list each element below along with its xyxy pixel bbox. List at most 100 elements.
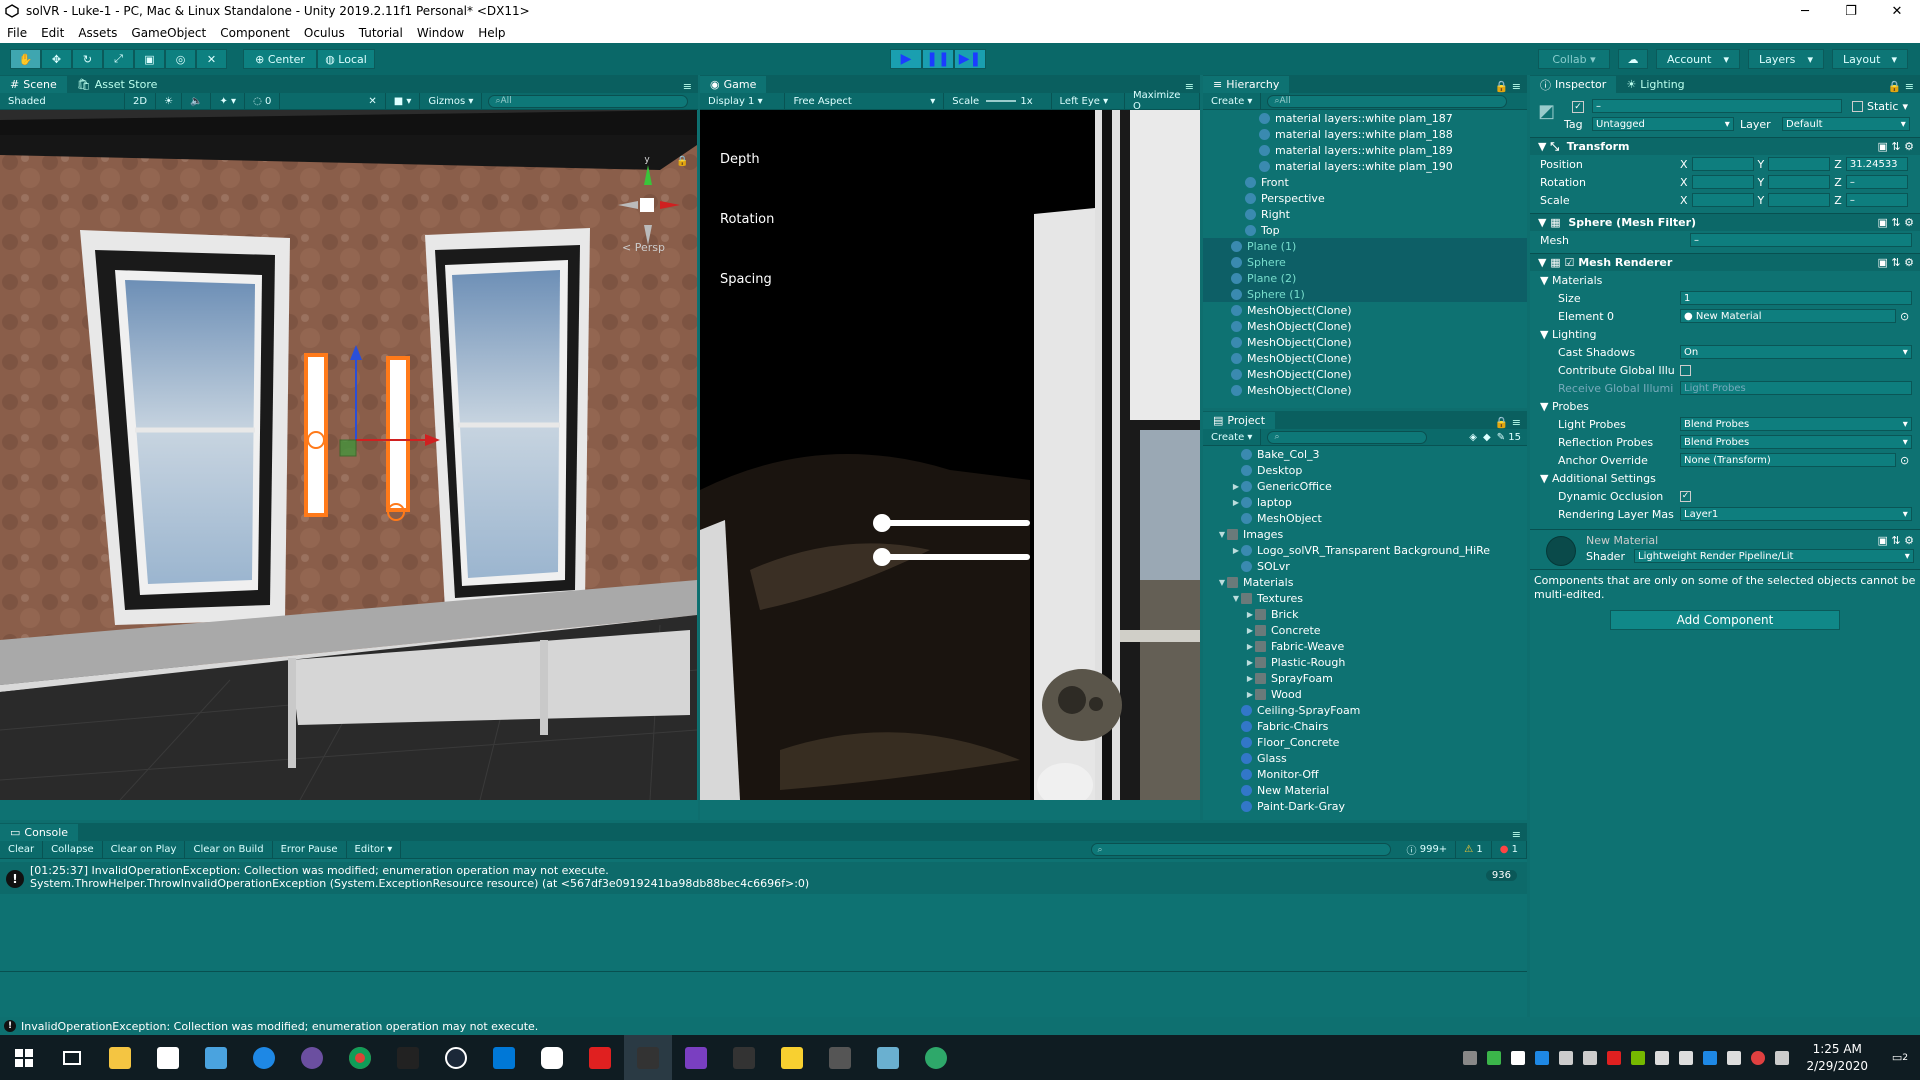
hierarchy-item[interactable]: Plane (1) — [1203, 238, 1527, 254]
light-probes-dropdown[interactable]: Blend Probes ▾ — [1680, 417, 1912, 431]
tray-red-icon[interactable] — [1751, 1050, 1766, 1065]
visual-studio-icon[interactable] — [672, 1035, 720, 1080]
menu-window[interactable]: Window — [410, 26, 471, 40]
project-item[interactable]: Bake_Col_3 — [1203, 446, 1527, 462]
scale-y-field[interactable] — [1768, 193, 1831, 207]
create-dropdown[interactable]: Create ▾ — [1203, 92, 1262, 110]
hierarchy-item[interactable]: MeshObject(Clone) — [1203, 350, 1527, 366]
expand-arrow-icon[interactable]: ▶ — [1245, 690, 1255, 699]
security-icon[interactable] — [1487, 1050, 1502, 1065]
scale-slider[interactable]: Scale 1x — [944, 92, 1052, 110]
clock[interactable]: 1:25 AM 2/29/2020 — [1806, 1041, 1868, 1075]
lock-icon[interactable]: 🔒 ≡ — [1888, 80, 1920, 93]
shading-mode-dropdown[interactable]: Shaded — [0, 92, 125, 110]
component-menu-icon[interactable]: ▣ ⇅ ⚙ — [1878, 534, 1914, 547]
app-blue-icon[interactable] — [864, 1035, 912, 1080]
play-button[interactable]: ▶ — [890, 49, 922, 69]
app-icon[interactable] — [192, 1035, 240, 1080]
notifications-icon[interactable]: ▭ 2 — [1880, 1035, 1920, 1080]
rendering-layer-dropdown[interactable]: Layer1 ▾ — [1680, 507, 1912, 521]
status-bar[interactable]: ! InvalidOperationException: Collection … — [0, 1017, 1920, 1035]
maximize-button[interactable]: ❐ — [1828, 0, 1874, 22]
project-item[interactable]: ▼ Images — [1203, 526, 1527, 542]
project-item[interactable]: ▼ Materials — [1203, 574, 1527, 590]
expand-arrow-icon[interactable]: ▼ — [1231, 594, 1241, 603]
scale-z-field[interactable]: – — [1845, 193, 1908, 207]
store-icon[interactable] — [144, 1035, 192, 1080]
materials-foldout[interactable]: ▼ Materials — [1530, 271, 1920, 289]
rotation-x-field[interactable] — [1691, 175, 1754, 189]
nvidia-icon[interactable] — [1631, 1050, 1646, 1065]
gizmos-dropdown[interactable]: Gizmos ▾ — [420, 92, 483, 110]
filter-type-icon[interactable]: ◈ — [1469, 432, 1477, 443]
hierarchy-item[interactable]: material layers::white plam_190 — [1203, 158, 1527, 174]
scale-x-field[interactable] — [1691, 193, 1754, 207]
eye-dropdown[interactable]: Left Eye ▾ — [1052, 92, 1126, 110]
name-field[interactable]: – — [1592, 99, 1842, 113]
tab-asset-store[interactable]: 🛍 Asset Store — [67, 76, 168, 93]
project-item[interactable]: Ceiling-SprayFoam — [1203, 702, 1527, 718]
persp-label[interactable]: < Persp — [622, 241, 665, 254]
expand-arrow-icon[interactable]: ▶ — [1231, 498, 1241, 507]
rotation-slider[interactable] — [873, 548, 1030, 566]
tray-vs-icon[interactable] — [1583, 1050, 1598, 1065]
collab-dropdown[interactable]: Collab ▾ — [1538, 49, 1610, 69]
project-item[interactable]: SOLvr — [1203, 558, 1527, 574]
people-icon[interactable] — [1463, 1050, 1478, 1065]
lock-icon[interactable]: 🔒 ≡ — [1495, 80, 1527, 93]
pause-button[interactable]: ❚❚ — [922, 49, 954, 69]
menu-oculus[interactable]: Oculus — [297, 26, 352, 40]
acrobat-icon[interactable] — [576, 1035, 624, 1080]
depth-slider[interactable] — [873, 514, 1030, 532]
slider-handle[interactable] — [873, 514, 891, 532]
project-item[interactable]: ▶ Plastic-Rough — [1203, 654, 1527, 670]
expand-arrow-icon[interactable]: ▼ — [1217, 530, 1227, 539]
console-entry[interactable]: ! [01:25:37] InvalidOperationException: … — [0, 862, 1527, 894]
panel-menu-icon[interactable]: ≡ — [683, 80, 698, 93]
bluetooth-icon[interactable] — [1703, 1050, 1718, 1065]
tab-hierarchy[interactable]: ≡ Hierarchy — [1203, 76, 1290, 93]
hierarchy-item[interactable]: Plane (2) — [1203, 270, 1527, 286]
anchor-override-field[interactable]: None (Transform) — [1680, 453, 1896, 467]
warning-filter-toggle[interactable]: ⚠ 1 — [1456, 841, 1492, 858]
object-picker-icon[interactable]: ⊙ — [1900, 310, 1909, 323]
hierarchy-item[interactable]: Sphere — [1203, 254, 1527, 270]
project-item[interactable]: ▶ Concrete — [1203, 622, 1527, 638]
project-item[interactable]: Glass — [1203, 750, 1527, 766]
hierarchy-item[interactable]: material layers::white plam_189 — [1203, 142, 1527, 158]
unity-badge-icon[interactable] — [816, 1035, 864, 1080]
chrome-icon[interactable] — [336, 1035, 384, 1080]
lock-icon[interactable]: 🔒 — [676, 156, 688, 167]
layout-dropdown[interactable]: Layout ▾ — [1832, 49, 1908, 69]
step-button[interactable]: ▶❚ — [954, 49, 986, 69]
tab-project[interactable]: ▤ Project — [1203, 412, 1276, 429]
audio-toggle-icon[interactable]: 🔈 — [182, 92, 212, 110]
rotation-z-field[interactable]: – — [1845, 175, 1908, 189]
rotate-tool-icon[interactable]: ↻ — [72, 49, 103, 69]
layer-dropdown[interactable]: Default ▾ — [1782, 117, 1910, 131]
unity-active-icon[interactable] — [624, 1035, 672, 1080]
additional-settings-foldout[interactable]: ▼ Additional Settings — [1530, 469, 1920, 487]
reflection-probes-dropdown[interactable]: Blend Probes ▾ — [1680, 435, 1912, 449]
log-filter-toggle[interactable]: ⓘ 999+ — [1399, 841, 1457, 858]
expand-arrow-icon[interactable]: ▼ — [1217, 578, 1227, 587]
menu-file[interactable]: File — [0, 26, 34, 40]
console-search-input[interactable]: ⌕ — [1090, 843, 1391, 856]
tab-lighting[interactable]: ☀ Lighting — [1616, 76, 1694, 93]
menu-edit[interactable]: Edit — [34, 26, 71, 40]
position-z-field[interactable]: 31.24533 — [1845, 157, 1908, 171]
project-item[interactable]: ▶ laptop — [1203, 494, 1527, 510]
contribute-gi-checkbox[interactable] — [1680, 364, 1691, 376]
tab-game[interactable]: ◉ Game — [700, 76, 767, 93]
lock-icon[interactable]: 🔒 ≡ — [1495, 416, 1527, 429]
lighting-toggle-icon[interactable]: ☀ — [156, 92, 183, 110]
collapse-toggle[interactable]: Collapse — [43, 841, 103, 858]
cast-shadows-dropdown[interactable]: On ▾ — [1680, 345, 1912, 359]
project-item[interactable]: Desktop — [1203, 462, 1527, 478]
project-item[interactable]: Floor_Concrete — [1203, 734, 1527, 750]
project-item[interactable]: ▶ Logo_solVR_Transparent Background_HiRe — [1203, 542, 1527, 558]
hidden-count[interactable]: ✎ 15 — [1497, 432, 1521, 443]
element0-field[interactable]: ● New Material — [1680, 309, 1896, 323]
position-y-field[interactable] — [1768, 157, 1831, 171]
project-search-input[interactable]: ⌕ — [1267, 430, 1428, 444]
